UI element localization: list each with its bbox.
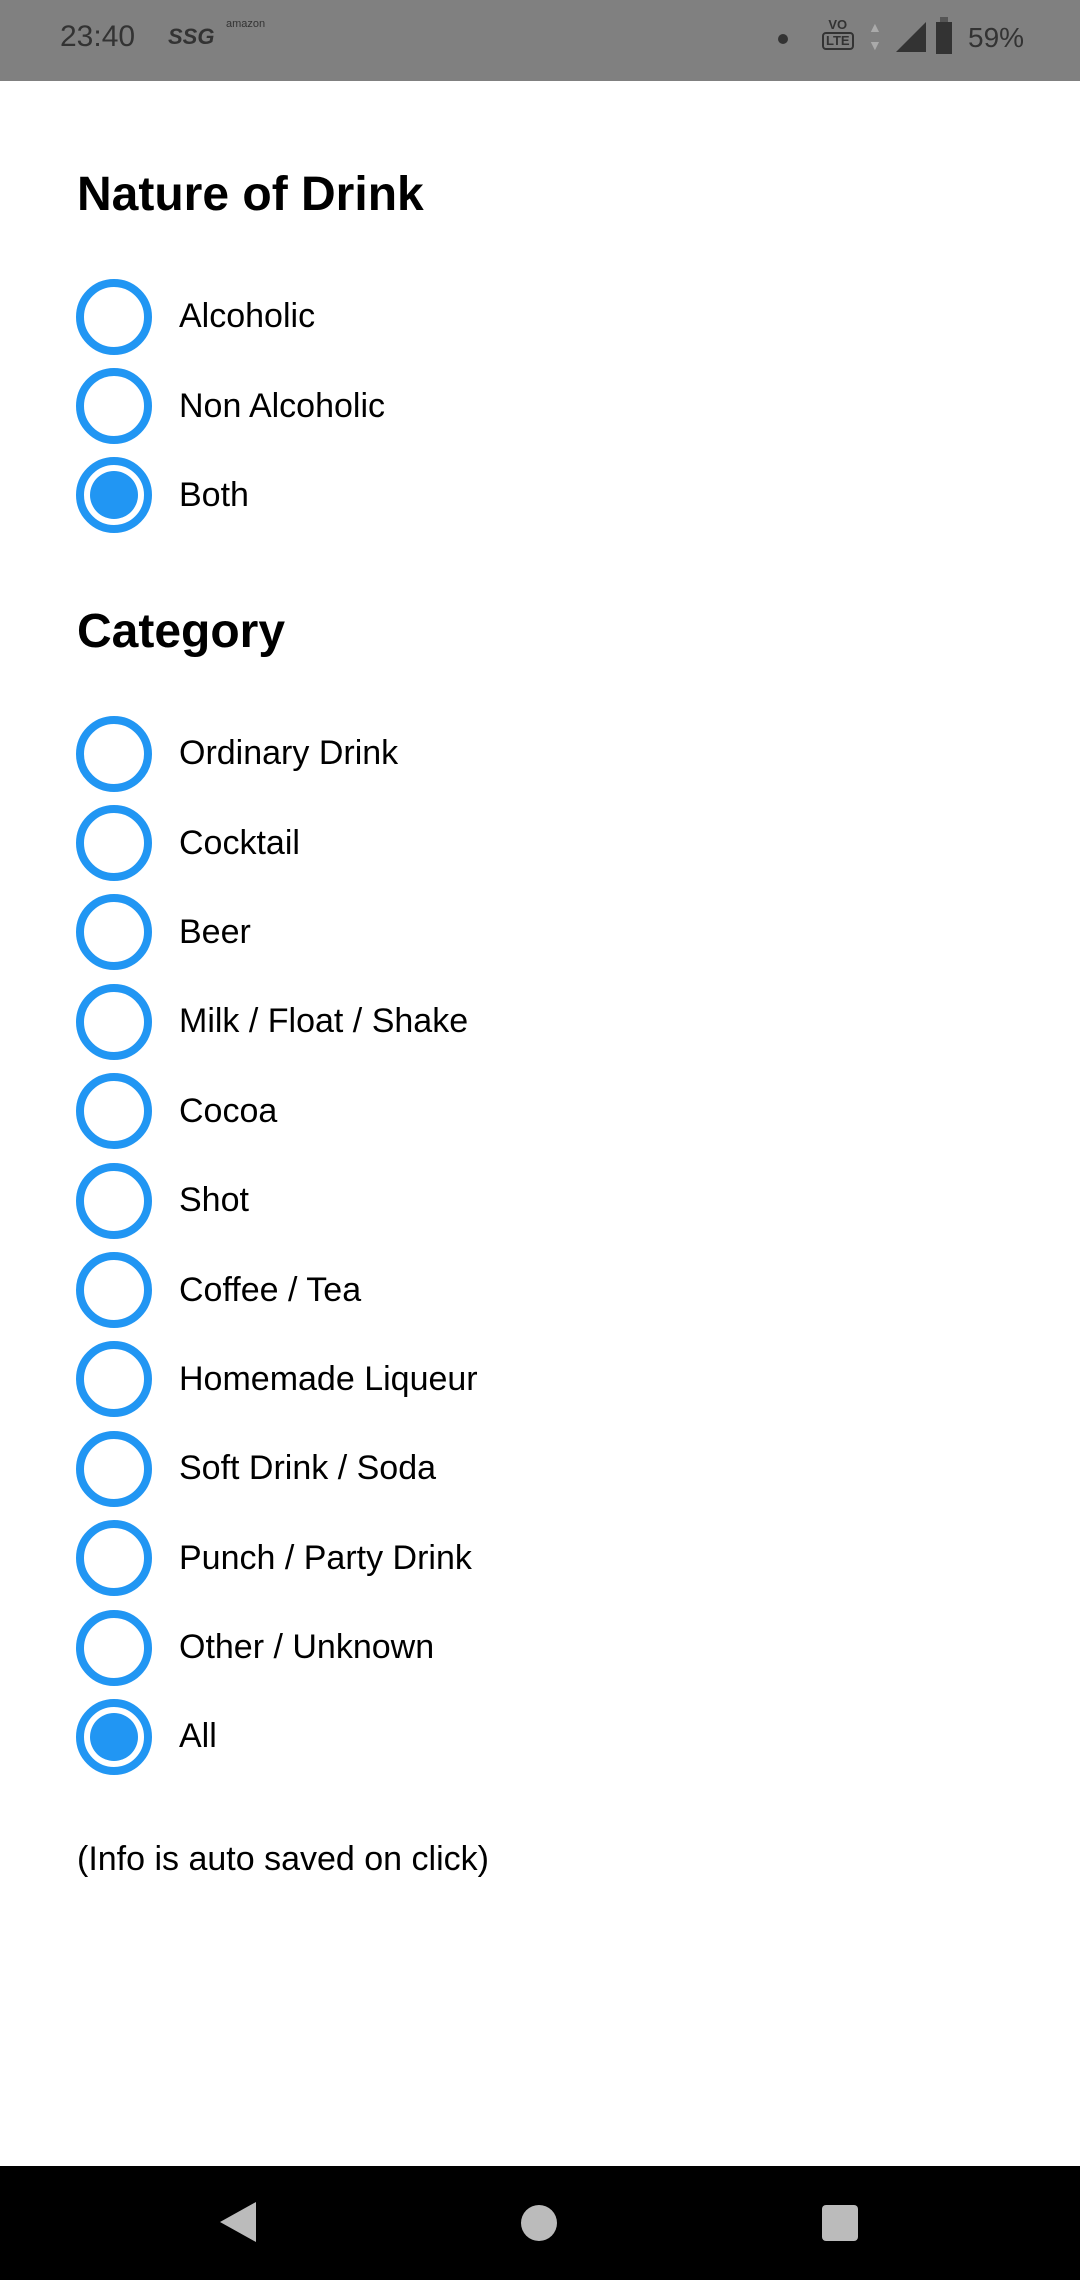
radio-label: Alcoholic	[179, 297, 316, 336]
data-arrows-icon: ▲ ▼	[868, 19, 882, 53]
radio-unchecked-icon[interactable]	[76, 983, 152, 1060]
category-radio-group: Ordinary Drink Cocktail Beer Milk / Float /…	[76, 709, 478, 1782]
radio-unchecked-icon[interactable]	[76, 1162, 152, 1239]
radio-option-soft-drink-soda[interactable]: Soft Drink / Soda	[76, 1424, 478, 1513]
radio-label: Punch / Party Drink	[179, 1538, 472, 1577]
signal-icon	[896, 22, 926, 52]
radio-unchecked-icon[interactable]	[76, 278, 152, 355]
radio-option-cocoa[interactable]: Cocoa	[76, 1067, 478, 1156]
radio-option-alcoholic[interactable]: Alcoholic	[76, 272, 385, 361]
notification-dot-icon	[778, 34, 788, 44]
radio-option-both[interactable]: Both	[76, 451, 385, 540]
radio-option-homemade-liqueur[interactable]: Homemade Liqueur	[76, 1335, 478, 1424]
home-icon[interactable]	[521, 2205, 557, 2241]
radio-label: Shot	[179, 1181, 249, 1220]
radio-option-ordinary-drink[interactable]: Ordinary Drink	[76, 709, 478, 798]
status-bar: 23:40 SSG amazon VO LTE ▲ ▼ 59%	[0, 0, 1080, 81]
radio-option-other-unknown[interactable]: Other / Unknown	[76, 1603, 478, 1692]
navigation-bar	[0, 2166, 1080, 2280]
radio-label: Non Alcoholic	[179, 386, 386, 425]
radio-label: Cocktail	[179, 823, 300, 862]
radio-label: Coffee / Tea	[179, 1270, 362, 1309]
radio-option-all[interactable]: All	[76, 1692, 478, 1781]
radio-option-non-alcoholic[interactable]: Non Alcoholic	[76, 361, 385, 450]
radio-unchecked-icon[interactable]	[76, 368, 152, 445]
radio-label: All	[179, 1717, 217, 1756]
radio-option-punch-party-drink[interactable]: Punch / Party Drink	[76, 1514, 478, 1603]
ssg-notification-icon: SSG	[168, 24, 215, 49]
back-icon[interactable]	[220, 2202, 256, 2242]
radio-option-milk-float-shake[interactable]: Milk / Float / Shake	[76, 977, 478, 1066]
radio-label: Milk / Float / Shake	[179, 1002, 469, 1041]
radio-label: Ordinary Drink	[179, 734, 399, 773]
battery-icon	[936, 17, 952, 54]
recents-icon[interactable]	[822, 2205, 858, 2241]
radio-option-cocktail[interactable]: Cocktail	[76, 798, 478, 887]
radio-unchecked-icon[interactable]	[76, 1073, 152, 1150]
radio-option-beer[interactable]: Beer	[76, 888, 478, 977]
radio-unchecked-icon[interactable]	[76, 1430, 152, 1507]
radio-label: Beer	[179, 912, 251, 951]
radio-unchecked-icon[interactable]	[76, 1520, 152, 1597]
radio-unchecked-icon[interactable]	[76, 805, 152, 882]
radio-option-coffee-tea[interactable]: Coffee / Tea	[76, 1245, 478, 1334]
radio-label: Cocoa	[179, 1091, 278, 1130]
radio-unchecked-icon[interactable]	[76, 1609, 152, 1686]
volte-top: VO	[828, 17, 848, 32]
battery-percent: 59%	[968, 22, 1025, 53]
volte-icon: VO LTE	[822, 18, 854, 50]
radio-unchecked-icon[interactable]	[76, 1341, 152, 1418]
radio-unchecked-icon[interactable]	[76, 894, 152, 971]
nature-radio-group: Alcoholic Non Alcoholic Both	[76, 272, 385, 540]
radio-label: Soft Drink / Soda	[179, 1449, 437, 1488]
radio-checked-icon[interactable]	[76, 1698, 152, 1775]
radio-unchecked-icon[interactable]	[76, 1252, 152, 1329]
nature-heading: Nature of Drink	[77, 168, 424, 221]
radio-label: Homemade Liqueur	[179, 1359, 478, 1398]
info-text: (Info is auto saved on click)	[77, 1840, 489, 1878]
volte-bottom: LTE	[822, 32, 854, 50]
radio-label: Both	[179, 475, 249, 514]
radio-option-shot[interactable]: Shot	[76, 1156, 478, 1245]
radio-unchecked-icon[interactable]	[76, 715, 152, 792]
clock: 23:40	[60, 20, 136, 53]
radio-checked-icon[interactable]	[76, 457, 152, 534]
amazon-notification-icon: amazon	[226, 18, 266, 30]
category-heading: Category	[77, 605, 286, 658]
radio-label: Other / Unknown	[179, 1628, 435, 1667]
